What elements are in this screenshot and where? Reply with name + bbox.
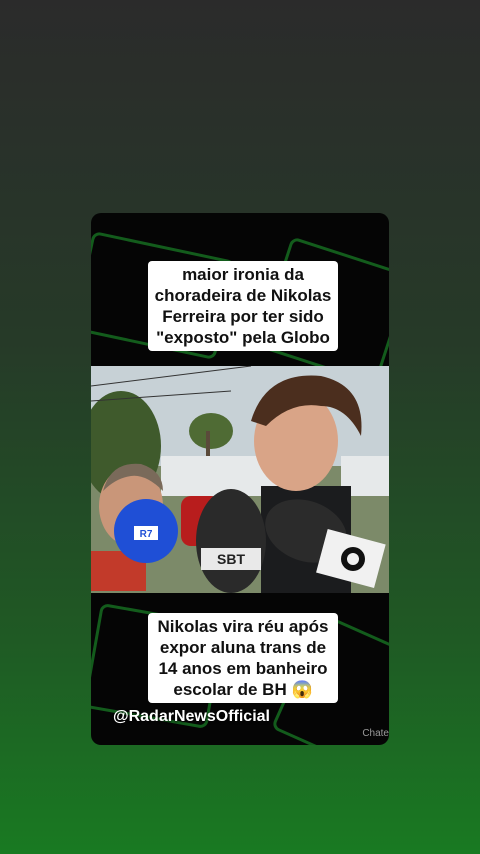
r7-logo: R7	[140, 529, 153, 540]
sbt-logo: SBT	[217, 551, 245, 567]
photo-illustration: R7 SBT	[91, 366, 389, 593]
corner-watermark: Chate	[362, 728, 389, 739]
top-caption: maior ironia da choradeira de Nikolas Fe…	[148, 261, 338, 351]
video-card[interactable]: maior ironia da choradeira de Nikolas Fe…	[91, 213, 389, 745]
interview-photo: R7 SBT	[91, 366, 389, 593]
bottom-caption: Nikolas vira réu após expor aluna trans …	[148, 613, 338, 703]
channel-watermark: @RadarNewsOfficial	[113, 708, 270, 725]
